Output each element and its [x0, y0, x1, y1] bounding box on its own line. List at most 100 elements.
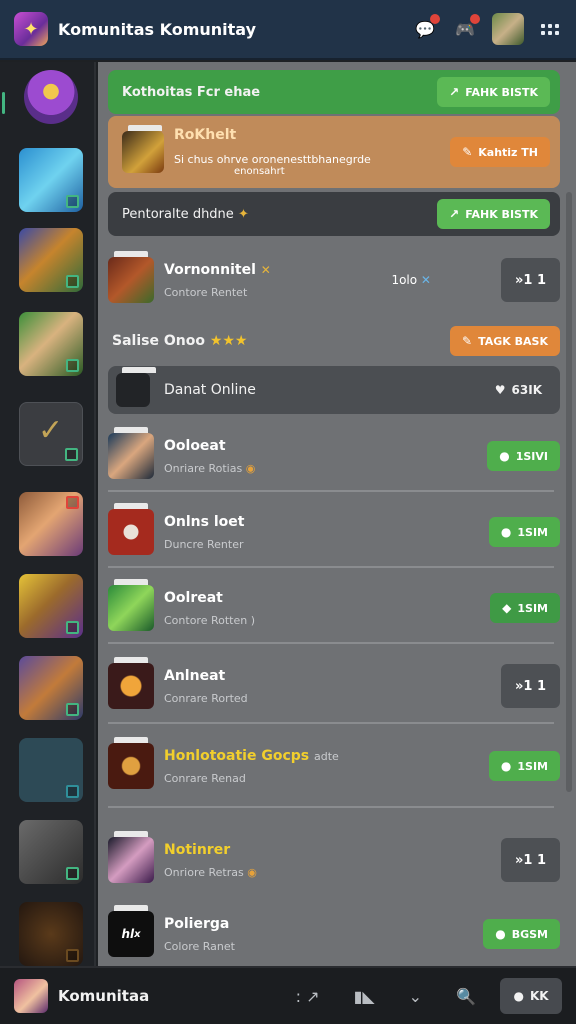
online-row-text: Danat Online: [164, 382, 256, 398]
search-icon[interactable]: 🔍: [456, 987, 476, 1006]
online-row[interactable]: Danat Online ♥ 63IK: [108, 366, 560, 414]
chat-icon: ●: [500, 525, 512, 539]
item-title: Anlneat: [164, 667, 226, 684]
item-action-button[interactable]: ● BGSM: [483, 919, 560, 949]
trophy-icon: [122, 125, 164, 173]
edit-icon[interactable]: : ↗: [296, 987, 320, 1006]
item-title: Vornonnitel ✕: [164, 261, 271, 278]
community-avatar[interactable]: [14, 979, 48, 1013]
list-item[interactable]: Anlneat Conrare Rorted »1 1: [108, 656, 560, 716]
channel-icon: [108, 251, 154, 303]
green-banner-button[interactable]: ↗ FAHK BISTK: [437, 77, 550, 107]
item-action-button[interactable]: »1 1: [500, 838, 560, 882]
item-subtitle: Contore Rotten ): [164, 613, 256, 627]
scrollbar[interactable]: [566, 192, 572, 792]
server-8[interactable]: [19, 656, 83, 720]
dark-banner-button[interactable]: ↗ FAHK BISTK: [437, 199, 550, 229]
list-item[interactable]: Notinrer Onriore Retras ◉ »1 1: [108, 828, 560, 892]
community-name: Komunitaa: [58, 987, 150, 1005]
green-banner-button-label: FAHK BISTK: [465, 85, 538, 99]
chevron-down-icon[interactable]: ⌄: [409, 987, 422, 1006]
server-4[interactable]: [19, 312, 83, 376]
app-logo-icon[interactable]: ✦: [14, 12, 48, 46]
grid-menu-icon[interactable]: [538, 17, 562, 41]
edit-icon: ✎: [462, 145, 473, 159]
item-title: Polierga: [164, 915, 230, 932]
item-action-label: BGSM: [511, 927, 548, 941]
channel-list: Kothoitas Fcr ehae ↗ FAHK BISTK RoKhelt …: [98, 62, 576, 966]
server-3[interactable]: [19, 228, 83, 292]
check-server[interactable]: ✓: [19, 402, 83, 466]
item-action-button[interactable]: ◆ 1SIM: [490, 593, 560, 623]
diamond-icon: ◆: [502, 601, 512, 615]
server-sidebar: ✓: [0, 62, 96, 966]
orange-banner: RoKhelt Si chus ohrve oronenesttbhanegrd…: [108, 116, 560, 188]
channel-icon: [108, 831, 154, 883]
list-item[interactable]: Honlotoatie Gocps adte Conrare Renad ● 1…: [108, 736, 560, 796]
item-meta: 1olo ✕: [391, 273, 431, 287]
divider: [108, 566, 554, 568]
list-item[interactable]: Onlns loet Duncre Renter ● 1SIM: [108, 502, 560, 562]
item-title: Ooloeat: [164, 437, 226, 454]
chat-icon: ●: [500, 759, 512, 773]
section-button[interactable]: ✎ TAGK BASK: [450, 326, 560, 356]
channel-icon: [108, 737, 154, 789]
server-avatar-1[interactable]: [24, 70, 78, 124]
orange-banner-button-label: Kahtiz TH: [478, 145, 538, 159]
discord-icon[interactable]: 🎮: [452, 14, 480, 42]
item-subtitle: Conrare Renad: [164, 771, 246, 785]
orange-banner-button[interactable]: ✎ Kahtiz TH: [450, 137, 550, 167]
divider: [108, 806, 554, 808]
item-subtitle: Conrare Rorted: [164, 691, 248, 705]
section-button-label: TAGK BASK: [478, 334, 548, 348]
item-action-label: 1SIM: [517, 759, 548, 773]
section-title: Salise Onoo ★★★: [112, 333, 248, 349]
online-count: ♥ 63IK: [494, 383, 542, 397]
app-icon: [116, 367, 156, 407]
item-title: Onlns loet: [164, 513, 245, 530]
green-banner: Kothoitas Fcr ehae ↗ FAHK BISTK: [108, 70, 560, 114]
bookmark-icon[interactable]: ▮◣: [354, 987, 375, 1006]
green-banner-text: Kothoitas Fcr ehae: [122, 84, 261, 100]
chat-icon: ●: [499, 449, 510, 463]
chat-bubble-icon: ●: [513, 989, 524, 1003]
orange-banner-subtitle: Si chus ohrve oronenesttbhanegrde: [174, 153, 371, 166]
divider: [108, 642, 554, 644]
list-item[interactable]: Oolreat Contore Rotten ) ◆ 1SIM: [108, 578, 560, 638]
chat-button[interactable]: ● KK: [500, 978, 562, 1014]
server-2[interactable]: [19, 148, 83, 212]
edit-icon: ✎: [462, 334, 473, 348]
list-item[interactable]: Ooloeat Onriare Rotias ◉ ● 1SIVI: [108, 426, 560, 486]
notification-icon[interactable]: 💬: [412, 14, 440, 42]
server-11[interactable]: [19, 902, 83, 966]
channel-icon: [108, 657, 154, 709]
section-header: Salise Onoo ★★★ ✎ TAGK BASK: [108, 324, 560, 358]
server-9[interactable]: [19, 738, 83, 802]
item-subtitle: Onriare Rotias ◉: [164, 461, 256, 475]
item-title: Oolreat: [164, 589, 223, 606]
divider: [108, 490, 554, 492]
item-action-button[interactable]: ● 1SIM: [488, 517, 560, 547]
item-subtitle: Duncre Renter: [164, 537, 244, 551]
server-7[interactable]: [19, 574, 83, 638]
server-10[interactable]: [19, 820, 83, 884]
list-item[interactable]: Vornonnitel ✕ Contore Rentet 1olo ✕ »1 1: [108, 248, 560, 312]
item-action-button[interactable]: ● 1SIM: [488, 751, 560, 781]
channel-icon: hl x: [108, 905, 154, 957]
channel-icon: [108, 427, 154, 479]
item-action-button[interactable]: »1 1: [500, 664, 560, 708]
item-subtitle: Contore Rentet: [164, 285, 248, 299]
bottom-bar: Komunitaa : ↗ ▮◣ ⌄ 🔍 ● KK: [0, 966, 576, 1024]
orange-banner-subtitle2: enonsahrt: [234, 166, 285, 177]
item-action-label: 1SIM: [517, 525, 548, 539]
dark-banner-text: Pentoralte dhdne ✦: [122, 206, 249, 222]
user-avatar[interactable]: [492, 13, 524, 45]
heart-icon: ♥: [494, 383, 506, 397]
item-action-button[interactable]: ● 1SIVI: [487, 441, 560, 471]
dark-banner-button-label: FAHK BISTK: [465, 207, 538, 221]
list-item[interactable]: hl x Polierga Colore Ranet ● BGSM: [108, 905, 560, 962]
channel-icon: [108, 503, 154, 555]
link-icon: ↗: [449, 207, 460, 221]
item-action-button[interactable]: »1 1: [500, 258, 560, 302]
server-6[interactable]: [19, 492, 83, 556]
